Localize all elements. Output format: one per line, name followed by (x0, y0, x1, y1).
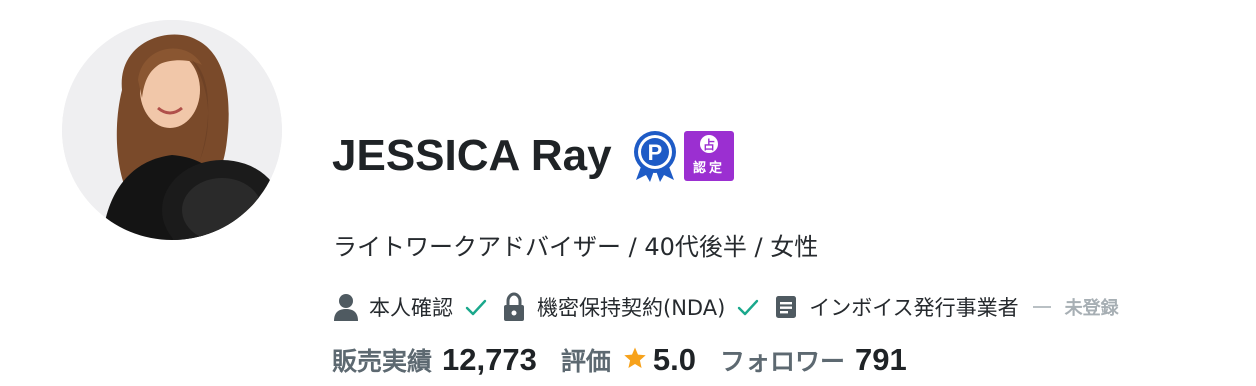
sales-label: 販売実績 (332, 347, 433, 376)
certified-fortune-teller-badge-icon[interactable]: 占 認定 (683, 131, 734, 181)
avatar-photo-icon (62, 20, 282, 240)
rating-label[interactable]: 評価 (561, 342, 611, 378)
profile-subtitle: ライトワークアドバイザー / 40代後半 / 女性 (333, 233, 819, 261)
check-icon (738, 299, 759, 316)
sales-value: 12,773 (442, 342, 537, 377)
followers-label[interactable]: フォロワー (720, 342, 845, 378)
certified-badge-label: 認定 (693, 160, 725, 176)
lock-icon (504, 292, 524, 321)
unregistered-dash (1032, 306, 1051, 308)
profile-name-row: JESSICA Ray P 占 認定 (332, 126, 734, 186)
verification-identity-label: 本人確認 (369, 296, 453, 320)
p-rank-badge-icon[interactable]: P (632, 130, 678, 182)
verification-nda-label: 機密保持契約(NDA) (537, 296, 726, 320)
stats-row: 販売実績 12,773 評価 5.0 フォロワー 791 (332, 342, 907, 386)
document-icon (776, 296, 797, 318)
avatar[interactable] (62, 20, 282, 240)
followers-value[interactable]: 791 (855, 342, 907, 378)
person-icon (334, 294, 358, 321)
profile-name: JESSICA Ray (332, 131, 612, 180)
verification-list: 本人確認 機密保持契約(NDA) インボイス発行事業者 未登録 (333, 289, 1119, 325)
verification-invoice-label: インボイス発行事業者 (809, 296, 1019, 320)
p-badge-letter: P (647, 140, 662, 165)
check-icon (465, 299, 487, 316)
invoice-status-unregistered: 未登録 (1064, 298, 1119, 319)
certified-badge-top: 占 (703, 137, 715, 152)
star-icon (624, 347, 646, 368)
rating-value[interactable]: 5.0 (653, 342, 696, 378)
